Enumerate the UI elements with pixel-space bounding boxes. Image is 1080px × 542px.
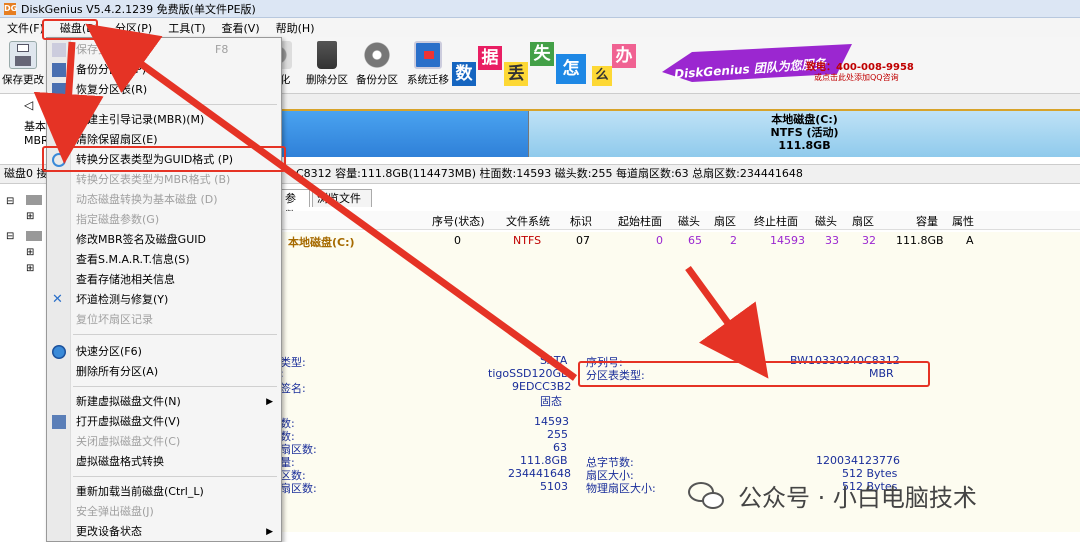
arrow-to-partition-type	[685, 265, 769, 379]
arrow-to-disk-menu	[85, 23, 578, 381]
wechat-watermark: 公众号 · 小白电脑技术	[688, 478, 977, 513]
annotation-arrows	[33, 23, 769, 381]
screenshot-root: DG DiskGenius V5.4.2.1239 免费版(单文件PE版) 文件…	[0, 0, 1080, 542]
arrow-to-convert-guid	[33, 41, 104, 164]
watermark-text: 公众号 · 小白电脑技术	[738, 484, 977, 512]
wechat-icon	[688, 480, 728, 512]
